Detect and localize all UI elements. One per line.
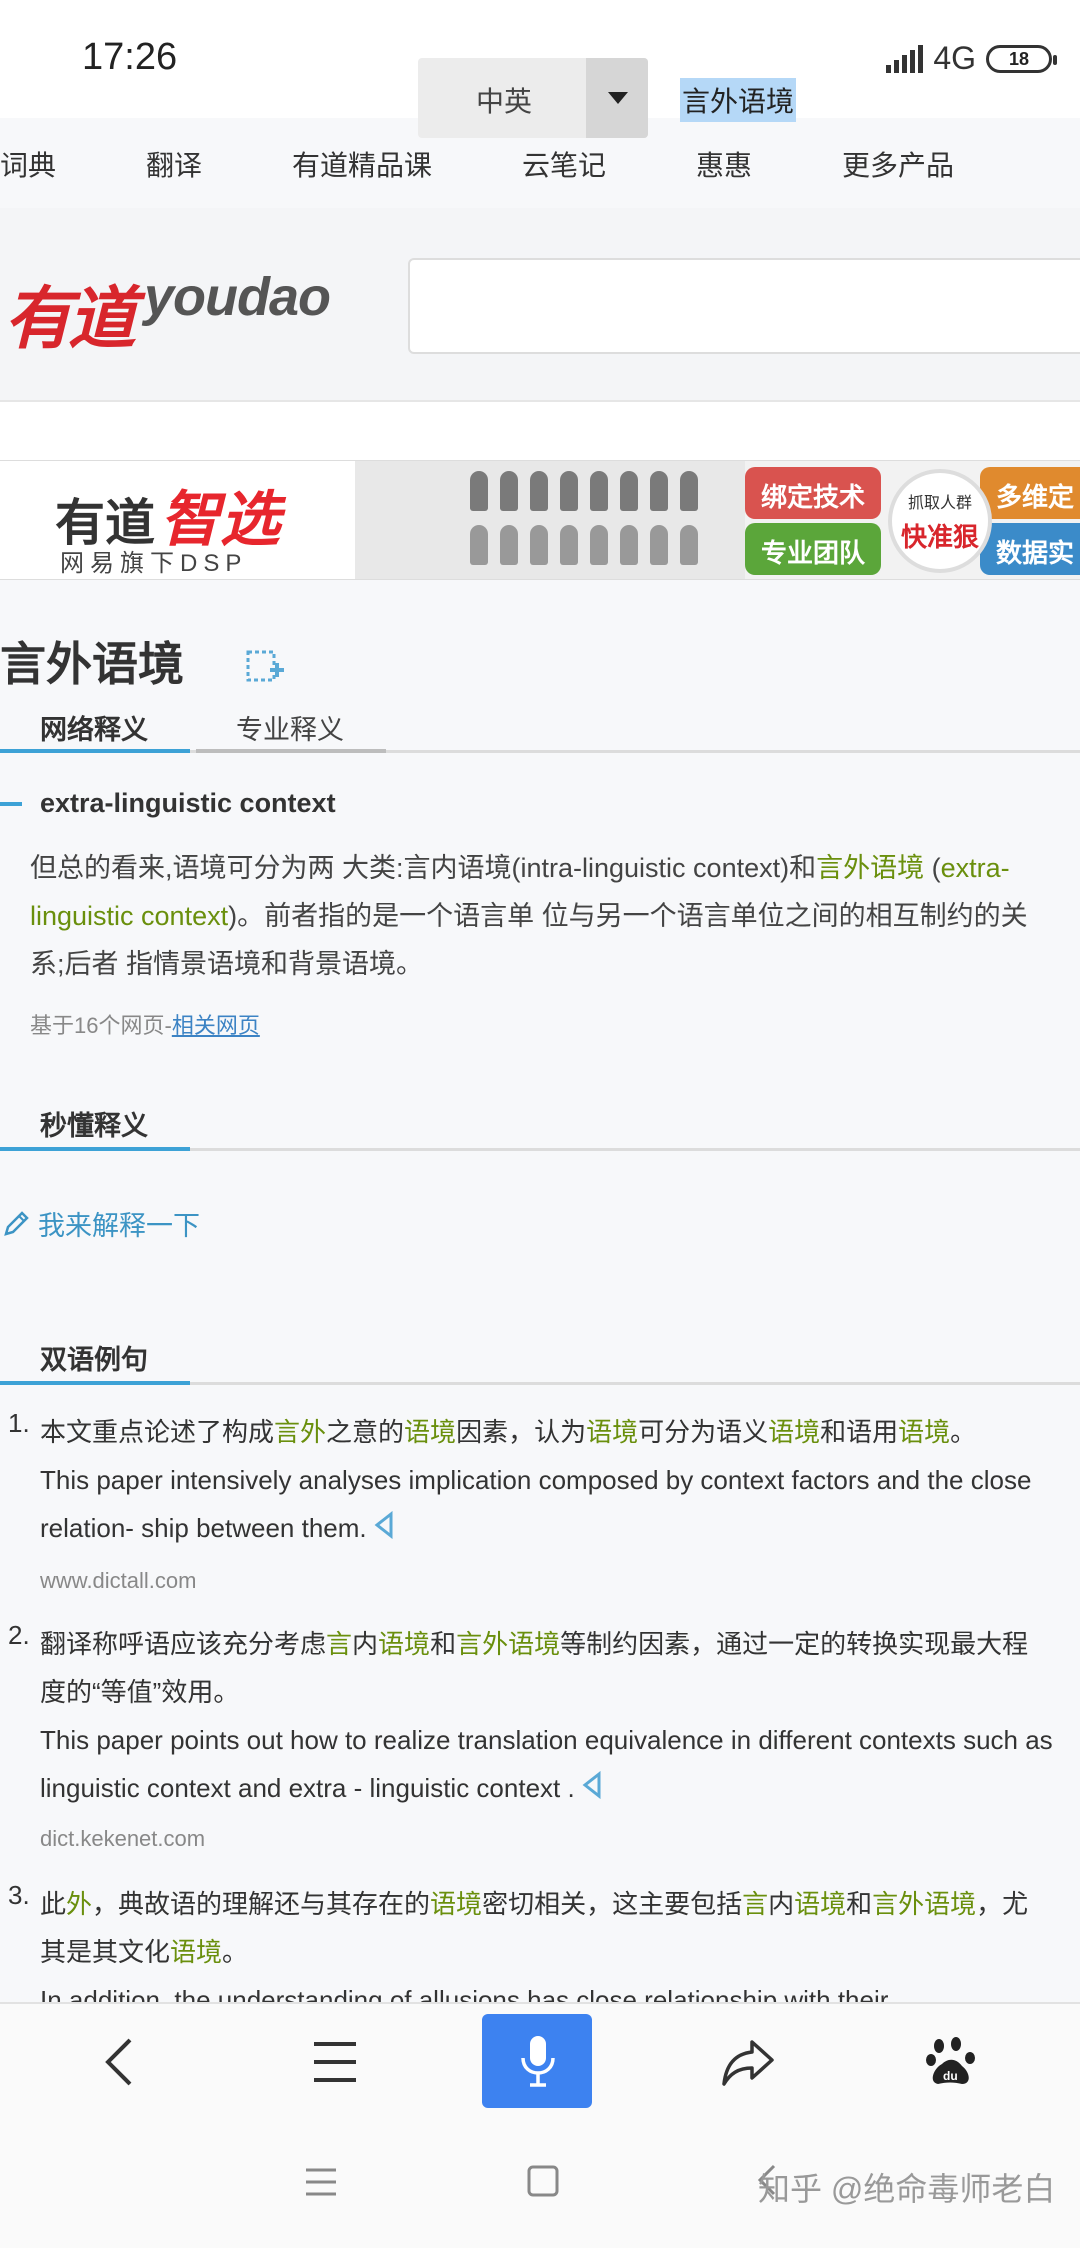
banner-tag: 绑定技术 (745, 467, 882, 519)
logo-chinese[interactable]: 有道 (4, 263, 136, 362)
network-type: 4G (933, 40, 976, 76)
nav-item-more-products[interactable]: 更多产品 (842, 144, 954, 184)
banner-tag: 数据实 (980, 523, 1080, 575)
back-icon[interactable] (100, 2034, 140, 2095)
add-to-wordbook-icon[interactable] (246, 646, 286, 691)
banner-tag: 多维定 (980, 467, 1080, 519)
definition-text: 但总的看来,语境可分为两 大类:言内语境(intra-linguistic co… (30, 853, 817, 883)
recent-apps-icon[interactable] (304, 2166, 338, 2203)
chevron-down-icon (608, 92, 628, 104)
definition-bullet (0, 802, 22, 806)
bilingual-examples-title[interactable]: 双语例句 (40, 1338, 148, 1377)
banner-ad[interactable]: 有道 智选 网易旗下DSP 绑定技术 专业团队 多维定 数据实 抓取人群 快准狠 (0, 460, 1080, 580)
menu-icon[interactable] (312, 2038, 358, 2091)
status-time: 17:26 (82, 36, 178, 78)
section-indicator (0, 1147, 190, 1151)
example-chinese: 本文重点论述了构成言外之意的语境因素，认为语境可分为语义语境和语用语境。 (40, 1417, 977, 1447)
definition-source-prefix: 基于16个网页- (30, 1013, 172, 1038)
inactive-tab-indicator (196, 749, 386, 753)
word-title: 言外语境 (0, 638, 184, 690)
pencil-icon (2, 1208, 32, 1243)
example-chinese: 翻译称呼语应该充分考虑言内语境和言外语境等制约因素，通过一定的转换实现最大程度的… (40, 1629, 1029, 1707)
banner-circle-slogan: 快准狠 (900, 522, 979, 552)
section-indicator (0, 1381, 190, 1385)
example-number: 2. (8, 1620, 30, 1650)
example-number: 1. (8, 1408, 30, 1438)
definition-highlight: 言外语境 (816, 853, 925, 883)
example-number: 3. (8, 1880, 30, 1910)
active-tab-indicator (0, 749, 190, 753)
microphone-icon (520, 2034, 556, 2095)
banner-people-graphic (355, 461, 745, 579)
example-chinese: 此外，典故语的理解还与其存在的语境密切相关，这主要包括言内语境和言外语境，尤其是… (40, 1889, 1029, 1967)
share-icon[interactable] (720, 2038, 776, 2093)
voice-search-button[interactable] (482, 2014, 592, 2108)
definition-heading: extra-linguistic context (40, 788, 336, 818)
banner-circle-badge: 抓取人群 快准狠 (888, 469, 992, 573)
nav-item-dictionary[interactable]: 词典 (0, 144, 56, 184)
status-icons: 4G 18 (886, 40, 1057, 77)
definition-body: 但总的看来,语境可分为两 大类:言内语境(intra-linguistic co… (30, 844, 1060, 988)
signal-icon (886, 44, 924, 73)
battery-icon: 18 (986, 44, 1057, 73)
nav-item-courses[interactable]: 有道精品课 (292, 144, 432, 184)
example-source[interactable]: dict.kekenet.com (40, 1826, 205, 1852)
quick-definition-title[interactable]: 秒懂释义 (40, 1104, 148, 1143)
explain-link[interactable]: 我来解释一下 (38, 1204, 200, 1243)
banner-circle-caption: 抓取人群 (907, 495, 972, 512)
tab-web-definition[interactable]: 网络释义 (40, 708, 148, 747)
banner-tag: 专业团队 (745, 523, 882, 575)
banner-brand-tagline: 网易旗下DSP (60, 550, 248, 577)
nav-item-translate[interactable]: 翻译 (146, 144, 202, 184)
definition-text: ( (924, 853, 941, 883)
nav-item-cloud-notes[interactable]: 云笔记 (522, 144, 606, 184)
banner-brand: 有道 智选 网易旗下DSP (0, 461, 355, 579)
watermark: 知乎 @绝命毒师老白 (758, 2171, 1056, 2207)
svg-text:du: du (943, 2069, 958, 2083)
example-english: This paper intensively analyses implicat… (40, 1456, 1060, 1554)
search-input[interactable]: 言外语境 (680, 78, 797, 122)
language-label: 中英 (476, 86, 533, 117)
logo-english[interactable]: youdao (144, 266, 331, 328)
related-pages-link[interactable]: 相关网页 (172, 1013, 260, 1038)
example-source[interactable]: www.dictall.com (40, 1568, 196, 1594)
header: 有道 youdao (0, 208, 1080, 402)
baidu-paw-icon[interactable]: du (926, 2036, 976, 2093)
search-box[interactable] (408, 258, 1080, 354)
speaker-icon[interactable] (373, 1506, 395, 1554)
tab-professional-definition[interactable]: 专业释义 (236, 708, 344, 747)
nav-item-huihui[interactable]: 惠惠 (696, 144, 752, 184)
speaker-icon[interactable] (581, 1766, 603, 1814)
definition-source: 基于16个网页-相关网页 (30, 1008, 260, 1040)
example-english: This paper points out how to realize tra… (40, 1716, 1060, 1814)
home-icon[interactable] (526, 2164, 560, 2203)
